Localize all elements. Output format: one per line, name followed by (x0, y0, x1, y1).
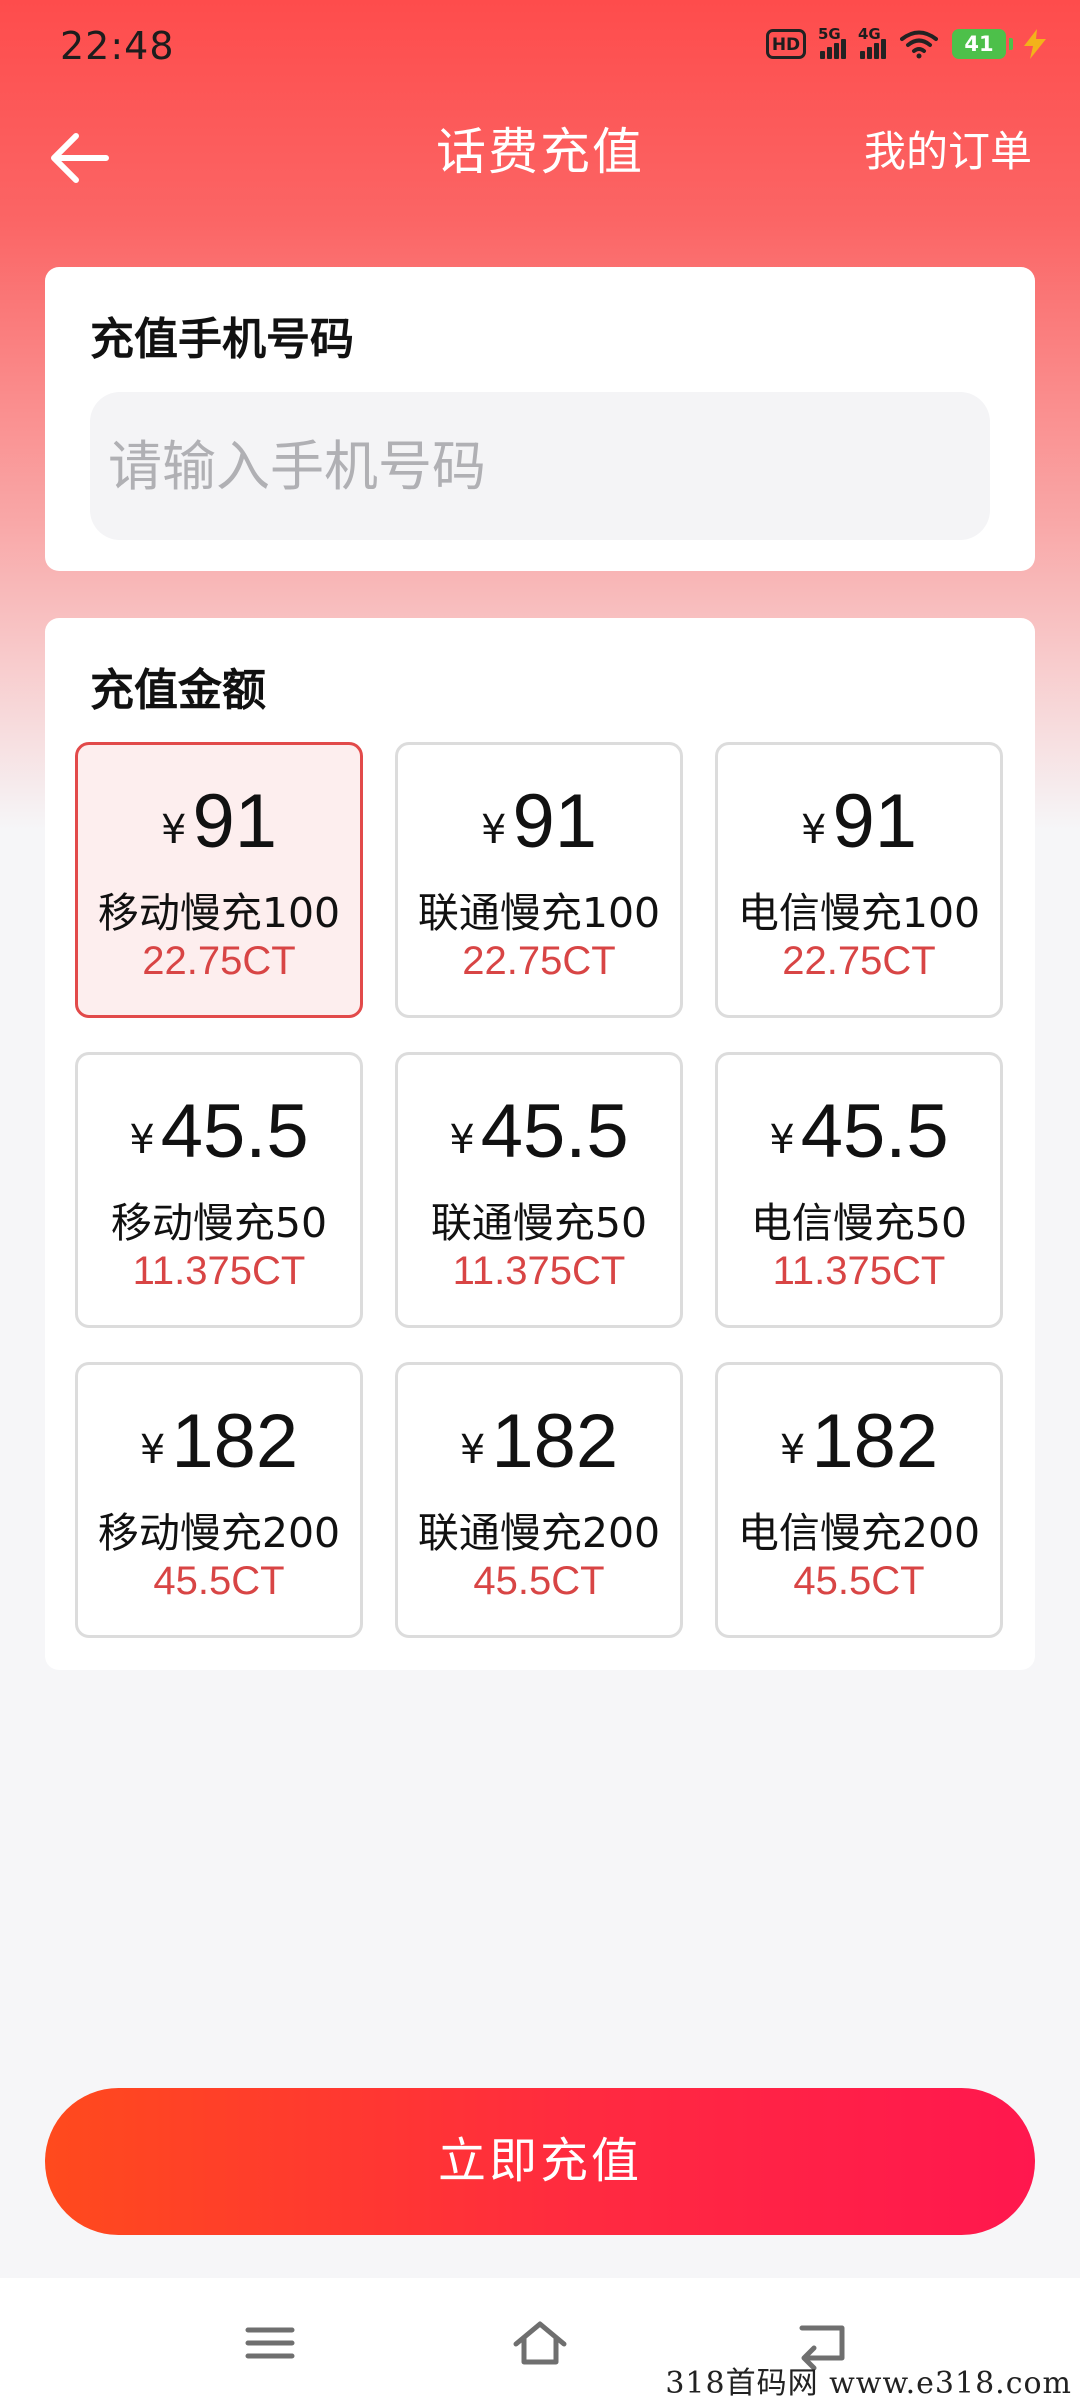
price-value: 91 (832, 779, 917, 864)
amount-option[interactable]: ¥182 联通慢充200 45.5CT (395, 1362, 683, 1638)
option-ct-cost: 22.75CT (142, 939, 296, 983)
option-price: ¥91 (718, 779, 1000, 865)
phone-number-input[interactable] (90, 392, 990, 540)
watermark: 318首码网 www.e318.com (665, 2366, 1072, 2401)
amount-option[interactable]: ¥45.5 联通慢充50 11.375CT (395, 1052, 683, 1328)
option-ct-cost: 45.5CT (473, 1559, 605, 1603)
option-name: 电信慢充100 (737, 889, 981, 937)
option-ct-cost: 11.375CT (132, 1249, 306, 1293)
currency-symbol: ¥ (139, 1427, 166, 1473)
amount-option[interactable]: ¥91 联通慢充100 22.75CT (395, 742, 683, 1018)
option-ct-cost: 11.375CT (772, 1249, 946, 1293)
option-price: ¥91 (78, 779, 360, 865)
menu-icon[interactable] (240, 2316, 300, 2370)
option-ct-cost: 45.5CT (153, 1559, 285, 1603)
signal-5g-icon: 5G (818, 25, 846, 59)
app-header: 话费充值 我的订单 (0, 100, 1080, 220)
hd-icon: HD (766, 29, 806, 59)
status-bar: 22:48 HD 5G 4G 41 (0, 0, 1080, 100)
price-value: 45.5 (800, 1089, 949, 1174)
option-name: 电信慢充50 (750, 1199, 968, 1247)
option-name: 移动慢充200 (97, 1509, 341, 1557)
price-value: 182 (171, 1399, 299, 1484)
price-value: 182 (491, 1399, 619, 1484)
my-orders-link[interactable]: 我的订单 (864, 118, 1032, 179)
amount-option[interactable]: ¥45.5 电信慢充50 11.375CT (715, 1052, 1003, 1328)
battery-icon: 41 (952, 29, 1013, 59)
option-ct-cost: 45.5CT (793, 1559, 925, 1603)
price-value: 45.5 (480, 1089, 629, 1174)
amount-option[interactable]: ¥91 移动慢充100 22.75CT (75, 742, 363, 1018)
charging-icon (1024, 29, 1046, 59)
option-price: ¥45.5 (398, 1089, 680, 1175)
amount-option[interactable]: ¥91 电信慢充100 22.75CT (715, 742, 1003, 1018)
price-value: 91 (512, 779, 597, 864)
amount-option[interactable]: ¥182 移动慢充200 45.5CT (75, 1362, 363, 1638)
phone-card-title: 充值手机号码 (90, 314, 354, 365)
option-ct-cost: 11.375CT (452, 1249, 626, 1293)
price-value: 182 (811, 1399, 939, 1484)
option-price: ¥91 (398, 779, 680, 865)
currency-symbol: ¥ (459, 1427, 486, 1473)
price-value: 45.5 (160, 1089, 309, 1174)
amount-option[interactable]: ¥182 电信慢充200 45.5CT (715, 1362, 1003, 1638)
price-value: 91 (192, 779, 277, 864)
option-ct-cost: 22.75CT (462, 939, 616, 983)
recharge-amount-card: 充值金额 ¥91 移动慢充100 22.75CT ¥91 联通慢充100 22.75CT ¥… (45, 618, 1035, 1670)
status-time: 22:48 (60, 24, 175, 68)
phone-number-card: 充值手机号码 (45, 267, 1035, 571)
signal-4g-icon: 4G (858, 25, 886, 59)
wifi-icon (900, 30, 938, 59)
option-price: ¥182 (78, 1399, 360, 1485)
option-price: ¥182 (718, 1399, 1000, 1485)
home-icon[interactable] (510, 2316, 570, 2370)
currency-symbol: ¥ (481, 807, 507, 853)
currency-symbol: ¥ (801, 807, 827, 853)
recharge-now-button[interactable]: 立即充值 (45, 2088, 1035, 2235)
option-name: 联通慢充100 (417, 889, 661, 937)
currency-symbol: ¥ (161, 807, 187, 853)
option-name: 联通慢充50 (430, 1199, 648, 1247)
currency-symbol: ¥ (779, 1427, 806, 1473)
currency-symbol: ¥ (129, 1117, 155, 1163)
currency-symbol: ¥ (769, 1117, 795, 1163)
status-icons: HD 5G 4G 41 (766, 25, 1050, 60)
option-price: ¥45.5 (718, 1089, 1000, 1175)
option-name: 联通慢充200 (417, 1509, 661, 1557)
system-nav-bar: 318首码网 www.e318.com (0, 2278, 1080, 2404)
amount-card-title: 充值金额 (90, 665, 266, 716)
option-ct-cost: 22.75CT (782, 939, 936, 983)
currency-symbol: ¥ (449, 1117, 475, 1163)
option-name: 移动慢充50 (110, 1199, 328, 1247)
option-price: ¥45.5 (78, 1089, 360, 1175)
option-name: 电信慢充200 (737, 1509, 981, 1557)
option-price: ¥182 (398, 1399, 680, 1485)
option-name: 移动慢充100 (97, 889, 341, 937)
amount-option[interactable]: ¥45.5 移动慢充50 11.375CT (75, 1052, 363, 1328)
